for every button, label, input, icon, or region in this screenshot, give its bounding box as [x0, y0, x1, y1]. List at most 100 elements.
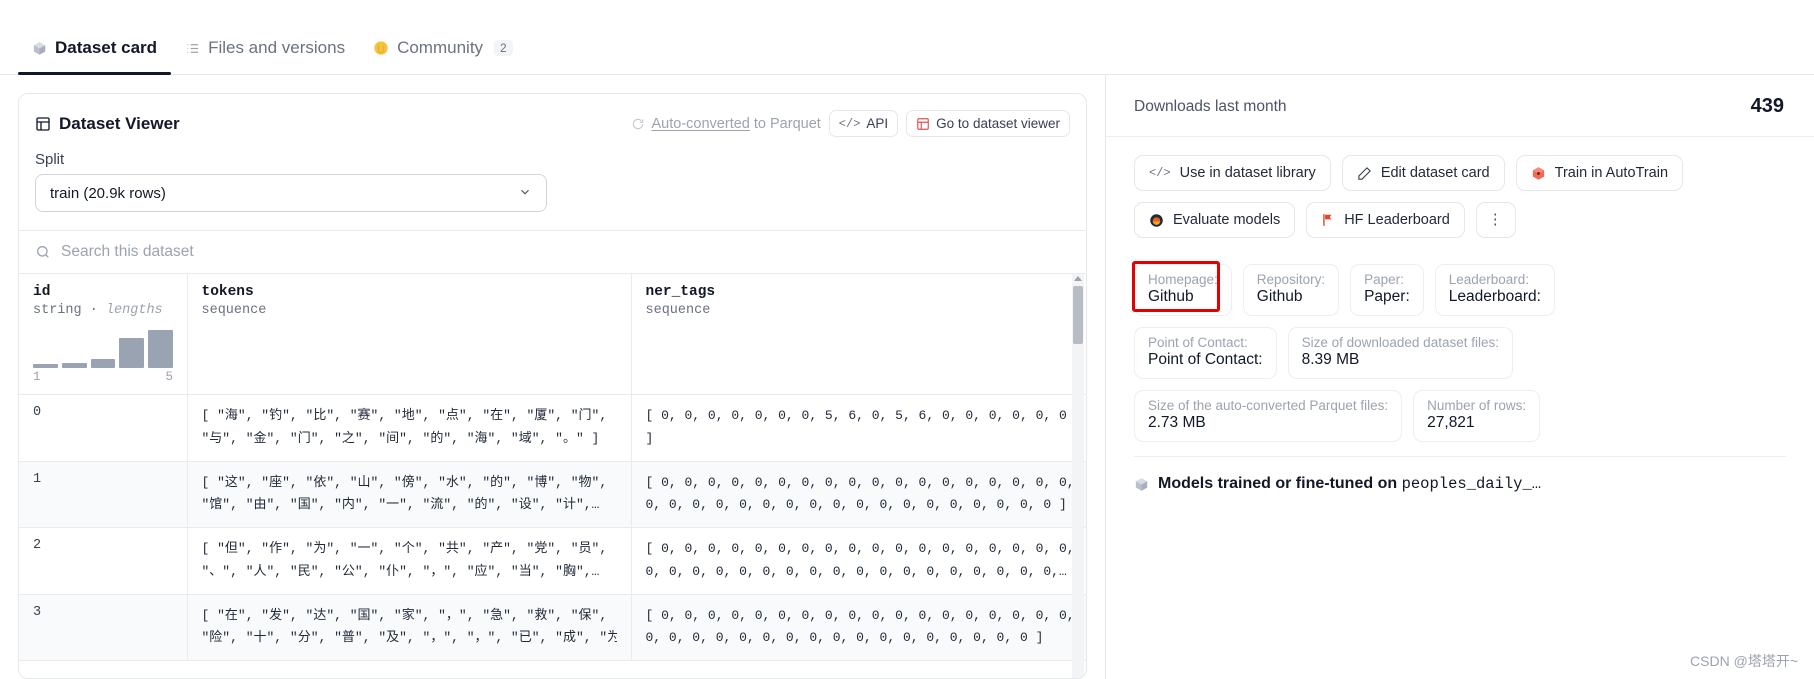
- meta-value: 27,821: [1427, 414, 1475, 431]
- meta-card-homepage[interactable]: Homepage: Github: [1134, 264, 1232, 316]
- autotrain-cube-icon: [1531, 166, 1546, 181]
- metadata-row: Size of the auto-converted Parquet files…: [1134, 390, 1786, 442]
- flag-icon: [1321, 213, 1335, 227]
- code-icon: </>: [1149, 166, 1171, 180]
- chevron-down-icon: [518, 185, 532, 202]
- meta-value: 2.73 MB: [1148, 414, 1206, 431]
- scroll-up-arrow-icon[interactable]: [1074, 276, 1082, 281]
- cube-icon: [1134, 477, 1149, 492]
- go-to-dataset-viewer-button[interactable]: Go to dataset viewer: [906, 110, 1070, 137]
- right-sidebar: Downloads last month 439 </> Use in data…: [1105, 75, 1814, 679]
- tab-label: Community: [397, 38, 484, 57]
- downloads-row: Downloads last month 439: [1106, 75, 1814, 137]
- metadata-row: Point of Contact: Point of Contact: Size…: [1134, 327, 1786, 379]
- meta-key: Homepage:: [1148, 272, 1218, 287]
- hist-bar: [61, 363, 87, 368]
- viewer-header: Dataset Viewer Auto-converted to Parquet…: [19, 94, 1086, 141]
- histogram-axis: 1 5: [33, 370, 173, 384]
- column-type: sequence: [645, 303, 711, 318]
- table-vertical-scrollbar[interactable]: [1072, 274, 1084, 678]
- models-dataset-name: peoples_daily_…: [1401, 475, 1542, 493]
- edit-dataset-card-button[interactable]: Edit dataset card: [1341, 155, 1505, 191]
- meta-value: Point of Contact:: [1148, 351, 1263, 368]
- meta-card-point-of-contact[interactable]: Point of Contact: Point of Contact:: [1134, 327, 1277, 379]
- table-row[interactable]: 1 [ "这", "座", "依", "山", "傍", "水", "的", "…: [19, 461, 1086, 528]
- meta-value: Leaderboard:: [1448, 288, 1541, 305]
- column-name: ner_tags: [645, 284, 716, 300]
- dataset-table: id string · lengths 1 5 tokens sequence …: [19, 274, 1086, 661]
- downloads-label: Downloads last month: [1134, 97, 1287, 115]
- cube-icon: [32, 41, 47, 56]
- hist-bar: [33, 364, 58, 368]
- split-select[interactable]: train (20.9k rows): [35, 174, 547, 212]
- page-body: Dataset Viewer Auto-converted to Parquet…: [0, 75, 1814, 679]
- meta-card-number-of-rows[interactable]: Number of rows: 27,821: [1413, 390, 1541, 442]
- use-in-dataset-library-button[interactable]: </> Use in dataset library: [1134, 155, 1331, 191]
- column-type: sequence: [201, 303, 267, 318]
- table-header-row: id string · lengths 1 5 tokens sequence …: [19, 274, 1086, 395]
- meta-card-paper[interactable]: Paper: Paper:: [1350, 264, 1424, 316]
- code-icon: </>: [838, 116, 861, 131]
- cell-ner-tags: [ 0, 0, 0, 0, 0, 0, 0, 0, 0, 0, 0, 0, 0,…: [631, 527, 1086, 595]
- tab-files-and-versions[interactable]: Files and versions: [171, 38, 359, 74]
- viewer-title-text: Dataset Viewer: [59, 113, 180, 133]
- meta-card-parquet-size[interactable]: Size of the auto-converted Parquet files…: [1134, 390, 1403, 442]
- column-name: tokens: [201, 284, 254, 300]
- action-button-group: </> Use in dataset library Edit dataset …: [1106, 137, 1814, 242]
- tab-community[interactable]: Community 2: [359, 38, 527, 74]
- hist-min-label: 1: [33, 370, 41, 384]
- table-icon: [916, 117, 930, 131]
- metadata-section: Homepage: Github Repository: Github Pape…: [1106, 242, 1814, 442]
- parquet-link-underlined: Auto-converted: [651, 115, 750, 132]
- refresh-icon: [631, 117, 645, 131]
- table-row[interactable]: 0 [ "海", "钓", "比", "赛", "地", "点", "在", "…: [19, 394, 1086, 462]
- api-button-label: API: [866, 116, 889, 131]
- meta-key: Point of Contact:: [1148, 335, 1248, 350]
- column-header-id[interactable]: id string · lengths 1 5: [19, 274, 188, 395]
- button-label: Edit dataset card: [1380, 165, 1490, 181]
- split-label: Split: [35, 151, 65, 168]
- meta-key: Number of rows:: [1427, 398, 1527, 413]
- cell-id: 1: [19, 461, 188, 528]
- cell-ner-tags: [ 0, 0, 0, 0, 0, 0, 0, 0, 0, 0, 0, 0, 0,…: [631, 594, 1086, 661]
- kebab-menu-icon: ⋮: [1487, 211, 1504, 228]
- meta-card-downloaded-size[interactable]: Size of downloaded dataset files: 8.39 M…: [1287, 327, 1513, 379]
- meta-card-leaderboard[interactable]: Leaderboard: Leaderboard:: [1434, 264, 1555, 316]
- meta-key: Repository:: [1256, 272, 1326, 287]
- meta-card-repository[interactable]: Repository: Github: [1242, 264, 1340, 316]
- evaluate-models-button[interactable]: Evaluate models: [1134, 202, 1296, 238]
- hist-bar: [90, 359, 116, 368]
- column-header-ner-tags[interactable]: ner_tags sequence: [631, 274, 1086, 395]
- hf-leaderboard-button[interactable]: HF Leaderboard: [1306, 202, 1465, 238]
- tab-bar: Dataset card Files and versions Communit…: [0, 0, 1814, 75]
- tab-dataset-card[interactable]: Dataset card: [18, 38, 172, 75]
- dataset-viewer-card: Dataset Viewer Auto-converted to Parquet…: [18, 93, 1087, 679]
- button-label: HF Leaderboard: [1344, 212, 1450, 228]
- cell-ner-tags: [ 0, 0, 0, 0, 0, 0, 0, 0, 0, 0, 0, 0, 0,…: [631, 461, 1086, 528]
- column-type: string · lengths: [33, 303, 163, 318]
- cell-tokens: [ "海", "钓", "比", "赛", "地", "点", "在", "厦"…: [187, 394, 632, 462]
- hist-bar: [119, 338, 145, 368]
- cell-tokens: [ "但", "作", "为", "一", "个", "共", "产", "党"…: [187, 527, 632, 595]
- button-label: Train in AutoTrain: [1554, 165, 1669, 181]
- dataset-search-row[interactable]: Search this dataset: [19, 230, 1086, 273]
- table-row[interactable]: 2 [ "但", "作", "为", "一", "个", "共", "产", "…: [19, 527, 1086, 595]
- meta-key: Size of downloaded dataset files:: [1301, 335, 1499, 350]
- auto-converted-to-parquet-link[interactable]: Auto-converted to Parquet: [631, 116, 821, 132]
- cell-tokens: [ "这", "座", "依", "山", "傍", "水", "的", "博"…: [187, 461, 632, 528]
- more-options-button[interactable]: ⋮: [1475, 202, 1516, 238]
- train-in-autotrain-button[interactable]: Train in AutoTrain: [1515, 155, 1684, 191]
- scrollbar-thumb[interactable]: [1073, 286, 1083, 344]
- column-header-tokens[interactable]: tokens sequence: [187, 274, 632, 395]
- models-trained-heading: Models trained or fine-tuned on peoples_…: [1158, 475, 1542, 493]
- cell-tokens: [ "在", "发", "达", "国", "家", "，", "急", "救"…: [187, 594, 632, 661]
- community-count-badge: 2: [494, 40, 513, 56]
- viewer-title: Dataset Viewer: [35, 114, 180, 134]
- cell-id: 3: [19, 594, 188, 661]
- models-trained-section: Models trained or fine-tuned on peoples_…: [1134, 456, 1786, 493]
- meta-key: Paper:: [1364, 272, 1404, 287]
- table-row[interactable]: 3 [ "在", "发", "达", "国", "家", "，", "急", "…: [19, 594, 1086, 661]
- api-button[interactable]: </> API: [828, 110, 899, 137]
- hist-max-label: 5: [165, 370, 173, 384]
- meta-key: Leaderboard:: [1448, 272, 1530, 287]
